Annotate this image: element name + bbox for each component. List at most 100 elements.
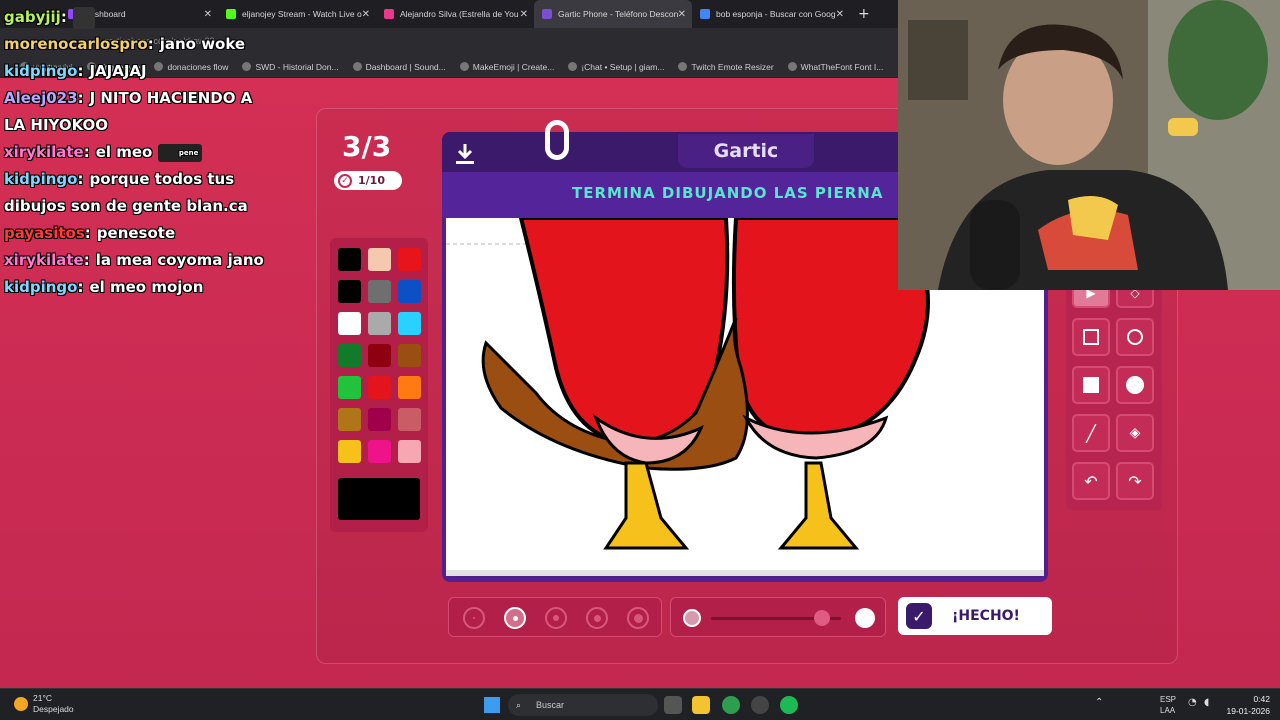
bookmark[interactable]: WhatTheFont Font I...: [787, 62, 883, 72]
new-tab-button[interactable]: +: [858, 6, 870, 22]
chat-text: la mea coyoma jano: [95, 251, 264, 269]
chat-username: kidpingo: [4, 170, 78, 188]
chat-message: payasitos: penesote: [0, 220, 300, 247]
chat-colon: :: [77, 62, 84, 80]
done-button[interactable]: ✓ ¡HECHO!: [898, 597, 1052, 635]
ellipse-outline-tool[interactable]: [1116, 318, 1154, 356]
bookmark[interactable]: ¡Chat • Setup | giam...: [568, 62, 664, 72]
color-swatch[interactable]: [338, 376, 361, 399]
close-icon[interactable]: ✕: [678, 9, 686, 20]
speaker-icon[interactable]: ◖: [1204, 697, 1209, 708]
notebook-ring: [545, 120, 569, 160]
bookmark[interactable]: Dashboard | Sound...: [352, 62, 446, 72]
color-swatch[interactable]: [338, 312, 361, 335]
close-icon[interactable]: ✕: [836, 9, 844, 20]
done-label: ¡HECHO!: [952, 608, 1020, 624]
color-swatch[interactable]: [368, 344, 391, 367]
spotify-icon[interactable]: [780, 696, 798, 714]
redo-tool[interactable]: ↷: [1116, 462, 1154, 500]
bookmark[interactable]: Twitch Emote Resizer: [678, 62, 774, 72]
tab-streamelements[interactable]: Alejandro Silva (Estrella de You ✕: [376, 0, 534, 28]
chat-colon: :: [77, 89, 84, 107]
brush-size-1[interactable]: [463, 607, 485, 629]
weather-widget[interactable]: 21°C Despejado: [33, 693, 74, 715]
color-swatch[interactable]: [338, 344, 361, 367]
undo-tool[interactable]: ↶: [1072, 462, 1110, 500]
windows-start-icon[interactable]: [484, 697, 500, 713]
color-swatch[interactable]: [398, 440, 421, 463]
task-view-icon[interactable]: [664, 696, 682, 714]
prompt-text: TERMINA DIBUJANDO LAS PIERNA: [572, 184, 884, 202]
language-indicator[interactable]: ESP LAA: [1160, 694, 1176, 716]
brush-size-2[interactable]: [504, 607, 526, 629]
tab-google-search[interactable]: bob esponja - Buscar con Goog ✕: [692, 0, 850, 28]
webcam-feed: [898, 0, 1280, 290]
color-swatch[interactable]: [398, 312, 421, 335]
chat-message: dibujos son de gente blan.ca: [0, 193, 300, 220]
close-icon[interactable]: ✕: [520, 9, 528, 20]
rectangle-outline-tool[interactable]: [1072, 318, 1110, 356]
wifi-icon[interactable]: ◔: [1188, 697, 1197, 708]
opacity-slider-bar: [670, 597, 886, 637]
opacity-thumb[interactable]: [813, 610, 830, 626]
color-swatch[interactable]: [398, 280, 421, 303]
tab-label: bob esponja - Buscar con Goog: [716, 9, 836, 19]
chrome-icon[interactable]: [722, 696, 740, 714]
google-icon: [700, 9, 710, 19]
color-swatch[interactable]: [368, 408, 391, 431]
ellipse-fill-tool[interactable]: [1116, 366, 1154, 404]
chat-username: gabyjij: [4, 8, 61, 26]
check-icon: ✓: [338, 173, 352, 188]
color-swatch[interactable]: [338, 408, 361, 431]
layout-code: LAA: [1160, 706, 1176, 715]
chat-colon: :: [83, 143, 90, 161]
color-swatch[interactable]: [368, 248, 391, 271]
chat-username: morenocarlospro: [4, 35, 148, 53]
color-swatch[interactable]: [398, 376, 421, 399]
obs-icon[interactable]: [751, 696, 769, 714]
bookmark-icon: [352, 62, 362, 71]
color-swatch[interactable]: [368, 440, 391, 463]
chat-text: porque todos tus: [89, 170, 235, 188]
brush-size-5[interactable]: [627, 607, 649, 629]
bucket-tool[interactable]: ◈: [1116, 414, 1154, 452]
chat-colon: :: [147, 35, 154, 53]
chat-message: morenocarlospro: jano woke: [0, 31, 300, 58]
bookmark-icon: [568, 62, 578, 71]
bookmark-icon: [787, 62, 797, 71]
progress-pill: ✓ 1/10: [334, 171, 402, 190]
close-icon[interactable]: ✕: [362, 9, 370, 20]
color-swatch[interactable]: [368, 312, 391, 335]
download-icon[interactable]: [454, 142, 476, 166]
taskbar-search[interactable]: ⌕ Buscar: [508, 694, 658, 716]
progress-text: 1/10: [358, 174, 385, 187]
current-color-swatch: [338, 478, 420, 520]
line-tool[interactable]: ╱: [1072, 414, 1110, 452]
chat-colon: :: [60, 8, 67, 26]
color-swatch[interactable]: [368, 280, 391, 303]
chat-message: kidpingo: JAJAJAJ: [0, 58, 300, 85]
temperature: 21°C: [33, 693, 52, 703]
tab-gartic[interactable]: Gartic Phone - Teléfono Descon ✕: [534, 0, 692, 28]
color-swatch[interactable]: [398, 248, 421, 271]
webcam-image: [898, 0, 1280, 290]
brush-size-4[interactable]: [586, 607, 608, 629]
chat-text: el meo mojon: [89, 278, 204, 296]
emote-icon: pene: [158, 143, 203, 162]
file-explorer-icon[interactable]: [692, 696, 710, 714]
bookmark[interactable]: MakeEmoji | Create...: [459, 62, 554, 72]
chat-message: xirykilate: la mea coyoma jano: [0, 247, 300, 274]
square-filled-icon: [1083, 377, 1099, 393]
color-swatch[interactable]: [368, 376, 391, 399]
tab-label: Alejandro Silva (Estrella de You: [400, 9, 519, 19]
tray-chevron-icon[interactable]: ⌃: [1095, 697, 1103, 708]
color-swatch[interactable]: [398, 344, 421, 367]
color-swatch[interactable]: [338, 248, 361, 271]
color-swatch[interactable]: [338, 280, 361, 303]
color-swatch[interactable]: [338, 440, 361, 463]
color-swatch[interactable]: [398, 408, 421, 431]
rectangle-fill-tool[interactable]: [1072, 366, 1110, 404]
brush-size-3[interactable]: [545, 607, 567, 629]
streamelements-icon: [384, 9, 394, 19]
system-clock[interactable]: 0:42 19-01-2026: [1227, 693, 1270, 717]
